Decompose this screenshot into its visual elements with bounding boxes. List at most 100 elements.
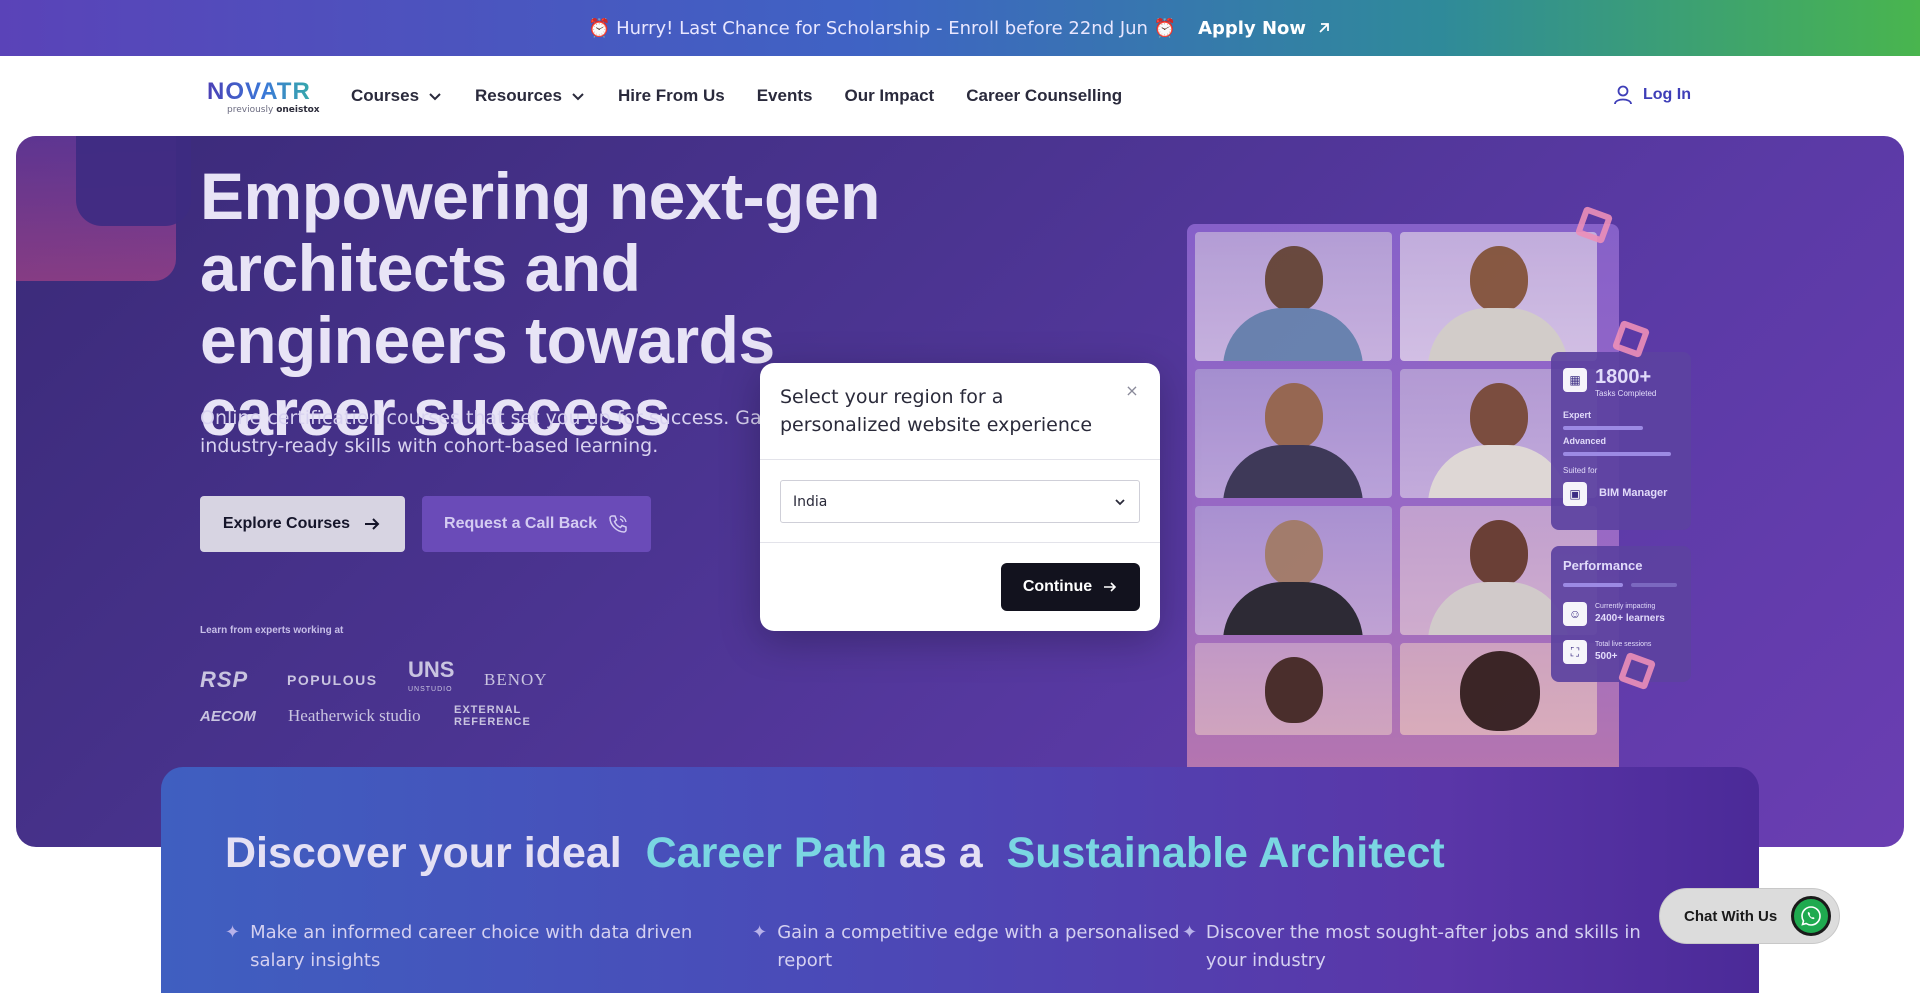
nav-item-resources[interactable]: Resources xyxy=(475,86,586,106)
career-point-text: Make an informed career choice with data… xyxy=(250,922,693,971)
performance-bar xyxy=(1631,583,1677,587)
login-label: Log In xyxy=(1643,86,1691,103)
request-callback-button[interactable]: Request a Call Back xyxy=(422,496,651,552)
level-bar xyxy=(1563,452,1671,456)
tasks-count: 1800+ xyxy=(1595,366,1652,388)
learner-photo xyxy=(1195,643,1392,735)
level-bar xyxy=(1563,426,1643,430)
career-path-section: Discover your ideal Career Path as a Sus… xyxy=(161,767,1759,993)
level-advanced: Advanced xyxy=(1563,436,1607,446)
navbar: NOVATR previously oneistox Courses Resou… xyxy=(0,56,1920,136)
nav-item-label: Our Impact xyxy=(844,86,935,105)
login-link[interactable]: Log In xyxy=(1612,84,1691,106)
learner-photo xyxy=(1195,506,1392,635)
logo-subtitle: previously oneistox xyxy=(227,105,321,115)
external-reference-logo: EXTERNAL REFERENCE xyxy=(454,704,531,728)
document-icon: ▦ xyxy=(1563,368,1587,392)
nav-item-courses[interactable]: Courses xyxy=(351,86,443,106)
career-point-text: Gain a competitive edge with a personali… xyxy=(777,922,1180,971)
unstudio-logo: UNS UNSTUDIO xyxy=(408,657,484,700)
learners-collage: ▦ 1800+ Tasks Completed Expert Advanced … xyxy=(1187,224,1691,847)
tasks-count-label: Tasks Completed xyxy=(1595,389,1657,398)
apply-now-link[interactable]: Apply Now xyxy=(1198,18,1332,39)
benoy-logo: BENOY xyxy=(484,670,548,689)
sessions-label: Total live sessions xyxy=(1595,641,1652,648)
divider xyxy=(760,542,1160,543)
impact-label: Currently impacting xyxy=(1595,603,1656,610)
partner-logos-row: AECOM Heatherwick studio EXTERNAL REFERE… xyxy=(200,704,531,728)
tasks-stat-card: ▦ 1800+ Tasks Completed Expert Advanced … xyxy=(1551,352,1691,530)
career-points: ✦ Make an informed career choice with da… xyxy=(225,919,1662,975)
pin-icon: ✦ xyxy=(225,922,241,943)
arrow-right-icon xyxy=(365,518,380,530)
sessions-icon: ⛶ xyxy=(1563,640,1587,664)
learner-photo xyxy=(1195,369,1392,498)
sessions-value: 500+ xyxy=(1595,651,1618,662)
novatr-logo[interactable]: NOVATR previously oneistox xyxy=(207,80,321,116)
aecom-logo: AECOM xyxy=(200,707,256,725)
continue-button[interactable]: Continue xyxy=(1001,563,1140,611)
pin-icon: ✦ xyxy=(752,922,768,943)
external-reference-line1: EXTERNAL xyxy=(454,704,522,716)
user-icon xyxy=(1614,85,1632,105)
chat-label: Chat With Us xyxy=(1684,907,1778,925)
explore-courses-label: Explore Courses xyxy=(222,515,351,532)
career-heading-part2: as a xyxy=(899,829,983,877)
region-select-value: India xyxy=(793,493,828,510)
arrow-up-right-icon xyxy=(1319,23,1329,33)
hero-subtitle: Online certification courses that set yo… xyxy=(200,407,779,457)
chevron-down-icon xyxy=(572,93,584,101)
unstudio-logo-sub: UNSTUDIO xyxy=(408,686,453,693)
learner-photo xyxy=(1400,232,1597,361)
nav-item-label: Hire From Us xyxy=(617,86,725,105)
nav-item-label: Career Counselling xyxy=(966,86,1123,105)
career-point: ✦ Discover the most sought-after jobs an… xyxy=(1182,919,1662,975)
experts-label: Learn from experts working at xyxy=(200,625,344,636)
career-heading-highlight2: Sustainable Architect xyxy=(1006,829,1445,877)
arrow-right-icon xyxy=(1104,582,1117,592)
career-point: ✦ Make an informed career choice with da… xyxy=(225,919,752,975)
region-select[interactable]: India xyxy=(780,480,1140,523)
career-point-text: Discover the most sought-after jobs and … xyxy=(1205,922,1641,971)
nav-item-label: Courses xyxy=(351,86,420,105)
phone-icon xyxy=(609,515,627,533)
chevron-down-icon xyxy=(429,93,441,101)
career-heading-highlight1: Career Path xyxy=(645,829,888,877)
close-icon[interactable]: × xyxy=(1122,381,1142,401)
modal-title: Select your region for a personalized we… xyxy=(780,386,1093,436)
populous-logo: POPULOUS xyxy=(287,672,378,688)
chat-with-us-button[interactable]: Chat With Us xyxy=(1659,888,1840,944)
career-point: ✦ Gain a competitive edge with a persona… xyxy=(752,919,1182,975)
nav-item-label: Events xyxy=(756,86,813,105)
nav-item-events[interactable]: Events xyxy=(757,86,813,106)
performance-bar xyxy=(1563,583,1623,587)
heatherwick-logo: Heatherwick studio xyxy=(288,706,421,725)
continue-label: Continue xyxy=(1022,578,1093,595)
unstudio-logo-main: UNS xyxy=(408,657,455,682)
suited-role: BIM Manager xyxy=(1599,487,1668,499)
nav-item-our-impact[interactable]: Our Impact xyxy=(844,86,934,106)
nav-item-career-counselling[interactable]: Career Counselling xyxy=(966,86,1122,106)
explore-courses-button[interactable]: Explore Courses xyxy=(200,496,405,552)
learners-icon: ☺ xyxy=(1563,602,1587,626)
region-modal: Select your region for a personalized we… xyxy=(760,363,1160,631)
suited-label: Suited for xyxy=(1563,466,1598,475)
nav-links: Courses Resources Hire From Us Events Ou… xyxy=(351,56,1154,136)
career-heading: Discover your ideal Career Path as a Sus… xyxy=(225,829,1445,878)
whatsapp-icon xyxy=(1791,896,1832,936)
nav-item-hire-from-us[interactable]: Hire From Us xyxy=(618,86,725,106)
scholarship-promo-text: ⏰ Hurry! Last Chance for Scholarship - E… xyxy=(587,17,1177,39)
external-reference-line2: REFERENCE xyxy=(454,716,531,728)
top-banner: ⏰ Hurry! Last Chance for Scholarship - E… xyxy=(0,0,1920,56)
rsp-logo: RSP xyxy=(200,667,249,692)
level-expert: Expert xyxy=(1563,410,1592,420)
career-heading-part1: Discover your ideal xyxy=(225,829,622,877)
chevron-down-icon xyxy=(1115,498,1125,505)
pin-icon: ✦ xyxy=(1182,922,1198,943)
impact-value: 2400+ learners xyxy=(1595,613,1665,624)
logo-wordmark: NOVATR xyxy=(207,80,321,104)
partner-logos-row: RSP POPULOUS UNS UNSTUDIO BENOY xyxy=(200,657,548,700)
learner-photo xyxy=(1195,232,1392,361)
logo-sub-prefix: previously xyxy=(227,105,274,115)
performance-title: Performance xyxy=(1563,558,1643,573)
